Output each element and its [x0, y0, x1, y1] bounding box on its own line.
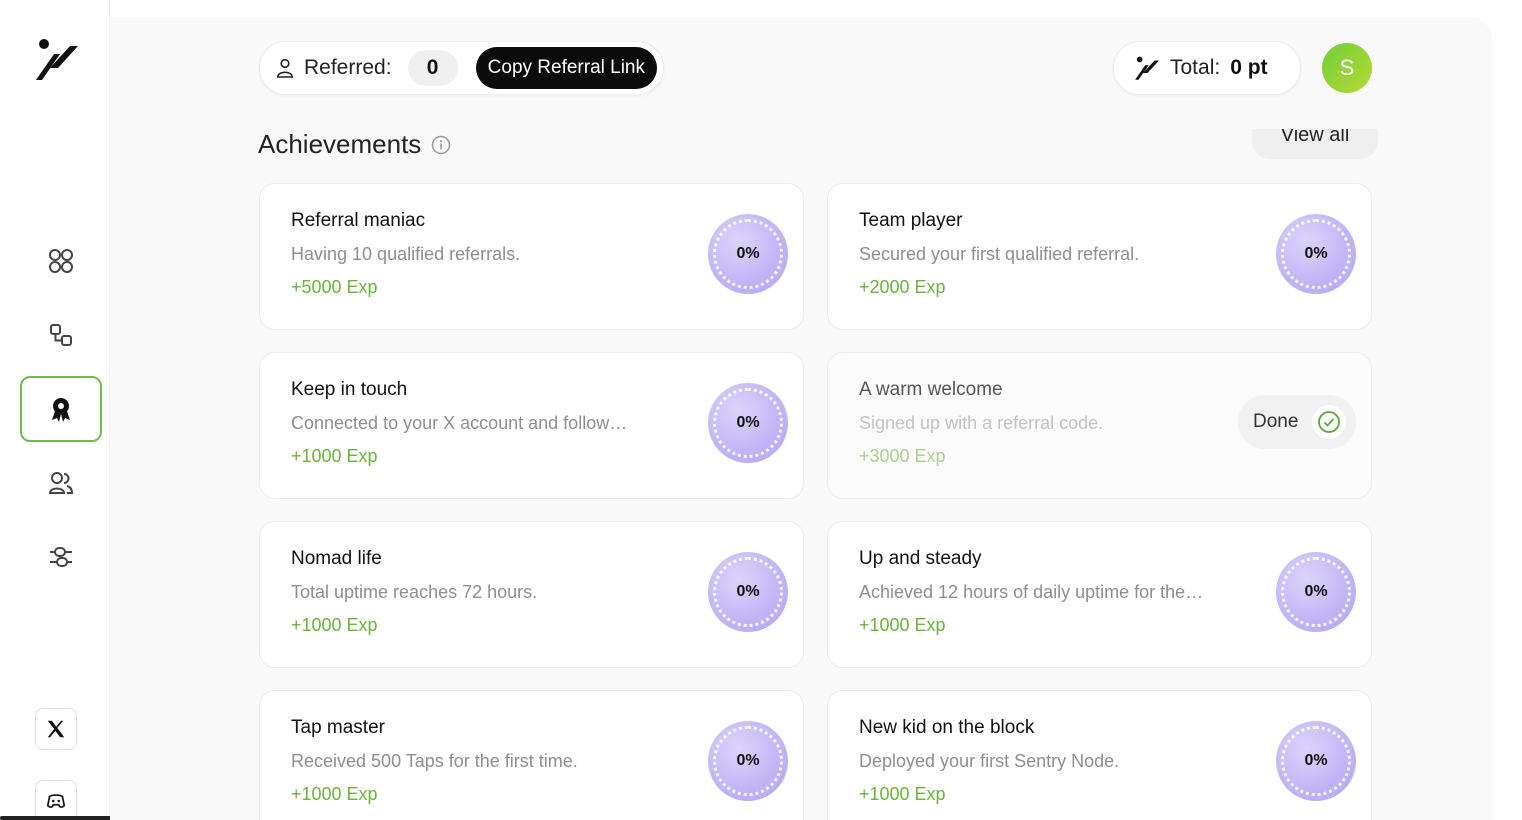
- achievement-exp: +1000 Exp: [859, 615, 946, 635]
- progress-badge: 0%: [708, 552, 788, 632]
- progress-value: 0%: [736, 752, 760, 769]
- sidebar-item-dashboard[interactable]: [20, 228, 102, 294]
- total-label: Total:: [1170, 56, 1221, 79]
- done-label: Done: [1253, 411, 1299, 432]
- achievement-exp: +1000 Exp: [291, 784, 378, 804]
- settings-sliders-icon: [50, 547, 72, 567]
- progress-badge: 0%: [708, 214, 788, 294]
- achievement-title: Tap master: [291, 717, 385, 738]
- progress-value: 0%: [1304, 245, 1328, 262]
- achievement-description: Received 500 Taps for the first time.: [291, 751, 578, 771]
- copy-referral-link-button[interactable]: Copy Referral Link: [475, 47, 657, 89]
- achievement-exp: +1000 Exp: [859, 784, 946, 804]
- grid-icon: [49, 249, 73, 273]
- check-circle-icon: [1312, 405, 1346, 439]
- achievement-exp: +3000 Exp: [859, 446, 946, 466]
- page-title: Achievements: [258, 129, 451, 160]
- progress-value: 0%: [736, 245, 760, 262]
- sidebar-item-users[interactable]: [20, 450, 102, 516]
- achievement-card[interactable]: Keep in touch Connected to your X accoun…: [259, 352, 804, 499]
- progress-badge: 0%: [708, 383, 788, 463]
- sidebar: [0, 0, 294, 820]
- achievement-title: Nomad life: [291, 548, 382, 569]
- achievement-card[interactable]: Nomad life Total uptime reaches 72 hours…: [259, 521, 804, 668]
- sidebar-item-settings[interactable]: [20, 524, 102, 590]
- achievement-description: Having 10 qualified referrals.: [291, 244, 521, 264]
- achievement-card[interactable]: Tap master Received 500 Taps for the fir…: [259, 690, 804, 820]
- progress-value: 0%: [736, 583, 760, 600]
- total-value: 0 pt: [1230, 56, 1268, 79]
- sidebar-item-achievements[interactable]: [20, 376, 102, 442]
- achievement-description: Connected to your X account and follow…: [291, 413, 628, 433]
- achievement-card[interactable]: Up and steady Achieved 12 hours of daily…: [827, 521, 1372, 668]
- done-status-badge: Done: [1238, 395, 1356, 449]
- progress-badge: 0%: [1276, 552, 1356, 632]
- progress-value: 0%: [1304, 752, 1328, 769]
- achievement-exp: +1000 Exp: [291, 446, 378, 466]
- achievement-title: Team player: [859, 210, 963, 231]
- discord-social-button[interactable]: [35, 780, 77, 820]
- avatar[interactable]: S: [1322, 43, 1372, 93]
- achievement-badge-icon: [52, 398, 70, 422]
- nodes-icon: [50, 324, 72, 346]
- progress-badge: 0%: [708, 721, 788, 801]
- view-all-button[interactable]: View all: [1252, 129, 1378, 159]
- achievement-exp: +2000 Exp: [859, 277, 946, 297]
- achievement-description: Signed up with a referral code.: [859, 413, 1104, 433]
- achievement-title: Up and steady: [859, 548, 982, 569]
- progress-value: 0%: [736, 414, 760, 431]
- sidebar-item-nodes[interactable]: [20, 302, 102, 368]
- achievement-card[interactable]: Team player Secured your first qualified…: [827, 183, 1372, 330]
- referred-count-badge: 0: [407, 50, 458, 86]
- achievement-card[interactable]: A warm welcome Signed up with a referral…: [827, 352, 1372, 499]
- achievement-title: Referral maniac: [291, 210, 426, 231]
- progress-badge: 0%: [1276, 214, 1356, 294]
- x-social-button[interactable]: [35, 708, 77, 750]
- achievement-exp: +1000 Exp: [291, 615, 378, 635]
- achievement-title: New kid on the block: [859, 717, 1035, 738]
- achievement-card[interactable]: New kid on the block Deployed your first…: [827, 690, 1372, 820]
- info-icon[interactable]: [431, 135, 451, 155]
- progress-value: 0%: [1304, 583, 1328, 600]
- achievements-title: Achievements: [258, 129, 422, 159]
- achievement-description: Total uptime reaches 72 hours.: [291, 582, 538, 602]
- user-icon: [276, 58, 294, 78]
- brand-mark-icon: [1135, 56, 1159, 80]
- achievement-card[interactable]: Referral maniac Having 10 qualified refe…: [259, 183, 804, 330]
- users-icon: [48, 472, 74, 494]
- achievement-exp: +5000 Exp: [291, 277, 378, 297]
- referred-label: Referred:: [304, 56, 392, 79]
- total-points-pill: Total: 0 pt: [1113, 41, 1301, 95]
- discord-icon: [46, 794, 66, 808]
- main-panel: Referred: 0 Copy Referral Link Total: 0 …: [110, 17, 1492, 820]
- achievement-title: A warm welcome: [859, 379, 1003, 400]
- achievements-header: Achievements View all: [258, 129, 1378, 169]
- achievement-description: Achieved 12 hours of daily uptime for th…: [859, 582, 1204, 602]
- referral-bar: Referred: 0 Copy Referral Link: [259, 41, 664, 95]
- brand-logo-icon[interactable]: [34, 38, 80, 82]
- x-icon: [47, 720, 65, 738]
- achievement-title: Keep in touch: [291, 379, 408, 400]
- achievement-description: Deployed your first Sentry Node.: [859, 751, 1120, 771]
- achievement-description: Secured your first qualified referral.: [859, 244, 1140, 264]
- progress-badge: 0%: [1276, 721, 1356, 801]
